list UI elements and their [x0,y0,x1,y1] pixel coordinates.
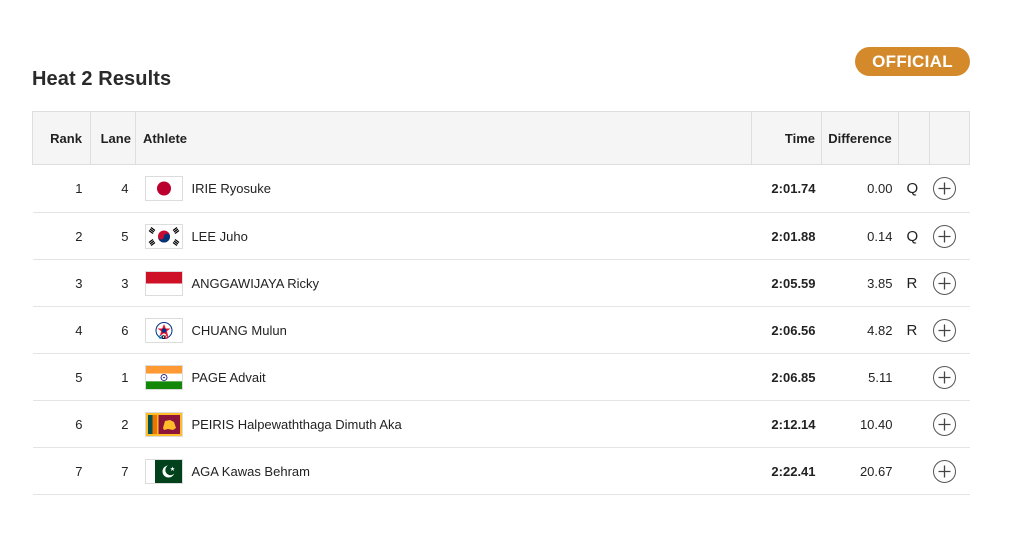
athlete-name[interactable]: IRIE Ryosuke [191,181,270,196]
table-row: 1 4 IRIE Ryosuke 2:01.74 0.00 Q [32,164,970,213]
qualifier-cell: R [898,259,930,307]
athlete-cell[interactable]: LEE Juho [135,212,752,260]
rank-cell: 6 [32,400,91,448]
plus-circle-icon[interactable] [933,318,957,342]
expand-cell [929,164,970,213]
column-header-athlete[interactable]: Athlete [134,111,752,165]
qualifier-cell [898,353,930,401]
lane-cell: 7 [90,447,136,495]
time-cell: 2:01.88 [751,212,822,260]
difference-cell: 3.85 [821,259,899,307]
table-row: 6 2 PEIRIS Halpewaththaga Dimuth Aka 2:1… [32,400,970,448]
difference-cell: 20.67 [821,447,899,495]
time-cell: 2:12.14 [751,400,822,448]
plus-circle-icon[interactable] [933,459,957,483]
difference-cell: 5.11 [821,353,899,401]
lane-cell: 2 [90,400,136,448]
table-row: 5 1 PAGE Advait 2:06.85 5.11 [32,353,970,401]
qualifier-cell [898,447,930,495]
lane-cell: 6 [90,306,136,354]
column-header-rank[interactable]: Rank [32,111,91,165]
athlete-cell[interactable]: PEIRIS Halpewaththaga Dimuth Aka [135,400,752,448]
results-table: Rank Lane Athlete Time Difference 1 4 IR… [32,111,971,495]
plus-circle-icon[interactable] [933,271,957,295]
lane-cell: 5 [90,212,136,260]
difference-cell: 10.40 [821,400,899,448]
expand-cell [929,259,970,307]
difference-cell: 4.82 [821,306,899,354]
time-cell: 2:06.85 [751,353,822,401]
sri-lanka-flag-icon [145,411,184,437]
official-status-badge: OFFICIAL [855,47,970,76]
athlete-cell[interactable]: ANGGAWIJAYA Ricky [135,259,752,307]
time-cell: 2:22.41 [751,447,822,495]
athlete-name[interactable]: AGA Kawas Behram [191,464,310,479]
expand-cell [929,400,970,448]
japan-flag-icon [145,176,184,201]
rank-cell: 1 [32,164,91,213]
table-row: 7 7 AGA Kawas Behram 2:22.41 20.67 [32,447,970,495]
rank-cell: 3 [32,259,91,307]
qualifier-cell: R [898,306,930,354]
plus-circle-icon[interactable] [933,177,957,200]
lane-cell: 3 [90,259,136,307]
athlete-name[interactable]: PAGE Advait [191,370,265,385]
indonesia-flag-icon [145,270,184,296]
expand-cell [929,306,970,354]
korea-flag-icon [145,223,184,249]
plus-circle-icon[interactable] [933,412,957,436]
expand-cell [929,212,970,260]
pakistan-flag-icon [145,458,184,484]
expand-cell [929,353,970,401]
column-header-lane[interactable]: Lane [89,111,136,165]
rank-cell: 7 [32,447,91,495]
lane-cell: 4 [90,164,136,213]
athlete-name[interactable]: CHUANG Mulun [191,323,286,338]
plus-circle-icon[interactable] [933,224,957,248]
qualifier-cell [898,400,930,448]
difference-cell: 0.00 [821,164,899,213]
athlete-cell[interactable]: IRIE Ryosuke [135,164,752,213]
athlete-cell[interactable]: AGA Kawas Behram [135,447,752,495]
athlete-name[interactable]: LEE Juho [191,229,247,244]
rank-cell: 2 [32,212,91,260]
rank-cell: 5 [32,353,91,401]
qualifier-cell: Q [898,164,930,213]
athlete-name[interactable]: PEIRIS Halpewaththaga Dimuth Aka [191,417,401,432]
table-header-row: Rank Lane Athlete Time Difference [32,111,971,165]
time-cell: 2:05.59 [751,259,822,307]
table-row: 3 3 ANGGAWIJAYA Ricky 2:05.59 3.85 R [32,259,970,307]
india-flag-icon [145,364,184,390]
difference-cell: 0.14 [821,212,899,260]
rank-cell: 4 [32,306,91,354]
time-cell: 2:06.56 [751,306,822,354]
page-title: Heat 2 Results [32,68,172,90]
table-row: 4 6 CHUANG Mulun 2:06.56 4.82 R [32,306,970,354]
time-cell: 2:01.74 [751,164,822,213]
athlete-cell[interactable]: CHUANG Mulun [135,306,752,354]
column-header-difference[interactable]: Difference [821,111,899,165]
column-header-expand [928,111,971,165]
qualifier-cell: Q [898,212,930,260]
athlete-name[interactable]: ANGGAWIJAYA Ricky [191,276,319,291]
athlete-cell[interactable]: PAGE Advait [135,353,752,401]
column-header-qualifier [897,111,930,165]
plus-circle-icon[interactable] [933,365,957,389]
chinese-taipei-flag-icon [145,317,184,343]
lane-cell: 1 [90,353,136,401]
table-row: 2 5 LEE Juho 2:01.88 0.14 Q [32,212,970,260]
column-header-time[interactable]: Time [751,111,822,165]
expand-cell [929,447,970,495]
